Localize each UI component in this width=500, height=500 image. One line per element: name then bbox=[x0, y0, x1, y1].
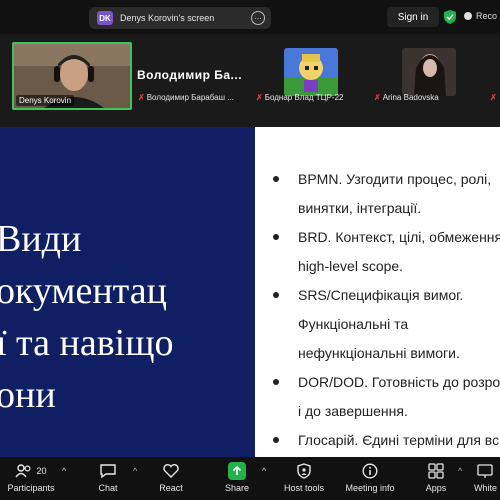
participant-name-large: Володимир Ба... bbox=[137, 68, 243, 82]
bullet-dot bbox=[273, 292, 279, 298]
participant-name: Боднар Влад ТЦР-22 bbox=[264, 93, 344, 102]
bullet-text: і до завершення. bbox=[298, 403, 408, 419]
participants-icon: 20 bbox=[11, 462, 51, 480]
participant-label-partial: ✗ bbox=[490, 93, 500, 102]
host-tools-label: Host tools bbox=[283, 483, 325, 493]
slide-bullet-list: BPMN. Узгодити процес, ролі, винятки, ін… bbox=[270, 165, 500, 455]
share-label: Share bbox=[224, 483, 250, 493]
share-button[interactable]: Share bbox=[211, 457, 263, 500]
participant-strip: Denys Korovin Володимир Ба... ✗ Володимир… bbox=[0, 34, 500, 111]
participants-button[interactable]: 20 Participants bbox=[2, 457, 60, 500]
muted-mic-icon: ✗ bbox=[256, 93, 263, 102]
meeting-toolbar: 20 Participants ^ Chat ^ React Share ^ H… bbox=[0, 457, 500, 500]
slide-title-line: ї та навіщо bbox=[0, 322, 174, 364]
sign-in-button[interactable]: Sign in bbox=[387, 7, 439, 27]
avatar-image bbox=[284, 48, 338, 96]
meeting-info-label: Meeting info bbox=[345, 483, 395, 493]
sharer-avatar-badge: DK bbox=[97, 11, 113, 25]
shield-check-icon[interactable] bbox=[444, 10, 456, 24]
whiteboards-label: White bbox=[474, 483, 498, 493]
slide-title-line: они bbox=[0, 374, 56, 416]
react-button[interactable]: React bbox=[145, 457, 197, 500]
participants-label: Participants bbox=[7, 483, 55, 493]
participant-video[interactable] bbox=[402, 48, 456, 96]
self-name-tag: Denys Korovin bbox=[16, 95, 75, 106]
apps-label: Apps bbox=[425, 483, 447, 493]
bullet-item: SRS/Специфікація вимог. Функціональні та… bbox=[270, 281, 500, 368]
host-tools-button[interactable]: Host tools bbox=[278, 457, 330, 500]
bullet-text: SRS/Специфікація вимог. bbox=[298, 287, 464, 303]
slide-title: Види окументац ї та навіщо они bbox=[0, 213, 258, 421]
host-tools-icon bbox=[295, 462, 313, 480]
bullet-dot bbox=[273, 176, 279, 182]
chat-icon bbox=[99, 462, 117, 480]
whiteboards-button[interactable]: White bbox=[470, 457, 500, 500]
more-icon[interactable]: … bbox=[251, 11, 265, 25]
bullet-text: BRD. Контекст, цілі, обмеження, bbox=[298, 229, 500, 245]
bullet-dot bbox=[273, 234, 279, 240]
share-icon bbox=[228, 462, 246, 480]
react-icon bbox=[162, 462, 180, 480]
record-icon bbox=[464, 12, 472, 20]
record-label: Reco bbox=[476, 11, 498, 21]
bullet-item: DOR/DOD. Готовність до розро і до заверш… bbox=[270, 368, 500, 426]
bullet-text: Функціональні та bbox=[298, 316, 409, 332]
caret-up-icon[interactable]: ^ bbox=[262, 466, 266, 476]
bullet-dot bbox=[273, 379, 279, 385]
bullet-text: Глосарій. Єдині терміни для вс bbox=[298, 432, 500, 448]
participant-avatar[interactable] bbox=[284, 48, 338, 96]
participant-label: ✗ Боднар Влад ТЦР-22 bbox=[256, 93, 368, 102]
participant-video-feed bbox=[402, 48, 456, 96]
bullet-text: нефункціональні вимоги. bbox=[298, 345, 460, 361]
react-label: React bbox=[159, 483, 183, 493]
caret-up-icon[interactable]: ^ bbox=[62, 466, 66, 476]
participant-name: Arina Badovska bbox=[382, 93, 439, 102]
bullet-text: BPMN. Узгодити процес, ролі, bbox=[298, 171, 492, 187]
bullet-text: high-level scope. bbox=[298, 258, 404, 274]
whiteboard-icon bbox=[476, 462, 494, 480]
slide-title-line: Види bbox=[0, 218, 82, 260]
muted-mic-icon: ✗ bbox=[490, 93, 497, 102]
apps-icon bbox=[427, 462, 445, 480]
chat-button[interactable]: Chat bbox=[82, 457, 134, 500]
participant-label: ✗ Володимир Барабаш ... bbox=[138, 93, 250, 102]
participant-name: Володимир Барабаш ... bbox=[146, 93, 234, 102]
bullet-dot bbox=[273, 437, 279, 443]
participant-label: ✗ Arina Badovska bbox=[374, 93, 484, 102]
shared-slide: Види окументац ї та навіщо они BPMN. Узг… bbox=[0, 127, 500, 457]
screen-share-indicator[interactable]: DK Denys Korovin's screen … bbox=[89, 7, 271, 29]
info-icon bbox=[361, 462, 379, 480]
bullet-item: BPMN. Узгодити процес, ролі, винятки, ін… bbox=[270, 165, 500, 223]
self-video-tile[interactable]: Denys Korovin bbox=[12, 42, 132, 110]
bullet-item: Глосарій. Єдині терміни для вс bbox=[270, 426, 500, 455]
record-indicator[interactable]: Reco bbox=[464, 11, 497, 21]
apps-button[interactable]: Apps bbox=[410, 457, 462, 500]
bullet-item: BRD. Контекст, цілі, обмеження, high-lev… bbox=[270, 223, 500, 281]
muted-mic-icon: ✗ bbox=[374, 93, 381, 102]
participants-count: 20 bbox=[36, 466, 47, 476]
slide-title-panel: Види окументац ї та навіщо они bbox=[0, 127, 255, 457]
screen-share-label: Denys Korovin's screen bbox=[120, 13, 215, 23]
caret-up-icon[interactable]: ^ bbox=[458, 466, 462, 476]
muted-mic-icon: ✗ bbox=[138, 93, 145, 102]
top-bar: DK Denys Korovin's screen … Sign in Reco bbox=[0, 0, 500, 34]
slide-title-line: окументац bbox=[0, 270, 167, 312]
bullet-text: DOR/DOD. Готовність до розро bbox=[298, 374, 500, 390]
meeting-info-button[interactable]: Meeting info bbox=[341, 457, 399, 500]
caret-up-icon[interactable]: ^ bbox=[133, 466, 137, 476]
bullet-text: винятки, інтеграції. bbox=[298, 200, 422, 216]
chat-label: Chat bbox=[98, 483, 118, 493]
